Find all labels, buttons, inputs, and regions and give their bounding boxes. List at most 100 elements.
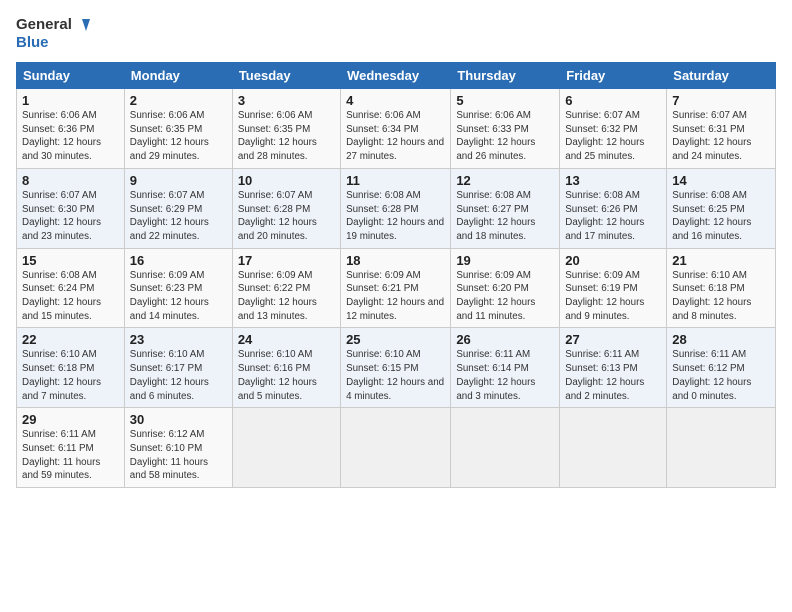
day-info: Sunrise: 6:08 AMSunset: 6:28 PMDaylight:… [346,189,445,244]
calendar-cell: 23Sunrise: 6:10 AMSunset: 6:17 PMDayligh… [124,328,232,408]
calendar-cell: 4Sunrise: 6:06 AMSunset: 6:34 PMDaylight… [341,89,451,169]
calendar-table: SundayMondayTuesdayWednesdayThursdayFrid… [16,62,776,488]
calendar-cell: 24Sunrise: 6:10 AMSunset: 6:16 PMDayligh… [232,328,340,408]
weekday-header-row: SundayMondayTuesdayWednesdayThursdayFrid… [17,63,776,89]
day-number: 29 [22,412,119,427]
day-number: 12 [456,173,554,188]
day-info: Sunrise: 6:10 AMSunset: 6:16 PMDaylight:… [238,348,335,403]
day-number: 3 [238,93,335,108]
calendar-cell: 19Sunrise: 6:09 AMSunset: 6:20 PMDayligh… [451,248,560,328]
calendar-cell: 17Sunrise: 6:09 AMSunset: 6:22 PMDayligh… [232,248,340,328]
day-info: Sunrise: 6:08 AMSunset: 6:26 PMDaylight:… [565,189,661,244]
day-info: Sunrise: 6:09 AMSunset: 6:21 PMDaylight:… [346,269,445,324]
calendar-cell: 11Sunrise: 6:08 AMSunset: 6:28 PMDayligh… [341,168,451,248]
day-info: Sunrise: 6:12 AMSunset: 6:10 PMDaylight:… [130,428,227,483]
calendar-cell: 10Sunrise: 6:07 AMSunset: 6:28 PMDayligh… [232,168,340,248]
header: General Blue [16,16,776,52]
calendar-cell [232,408,340,488]
day-info: Sunrise: 6:09 AMSunset: 6:22 PMDaylight:… [238,269,335,324]
day-info: Sunrise: 6:07 AMSunset: 6:31 PMDaylight:… [672,109,770,164]
day-info: Sunrise: 6:07 AMSunset: 6:28 PMDaylight:… [238,189,335,244]
calendar-cell: 7Sunrise: 6:07 AMSunset: 6:31 PMDaylight… [667,89,776,169]
day-info: Sunrise: 6:07 AMSunset: 6:32 PMDaylight:… [565,109,661,164]
day-number: 23 [130,332,227,347]
day-number: 24 [238,332,335,347]
day-info: Sunrise: 6:11 AMSunset: 6:14 PMDaylight:… [456,348,554,403]
calendar-cell: 26Sunrise: 6:11 AMSunset: 6:14 PMDayligh… [451,328,560,408]
calendar-cell: 28Sunrise: 6:11 AMSunset: 6:12 PMDayligh… [667,328,776,408]
calendar-cell: 1Sunrise: 6:06 AMSunset: 6:36 PMDaylight… [17,89,125,169]
day-number: 20 [565,253,661,268]
day-number: 16 [130,253,227,268]
calendar-week-row: 22Sunrise: 6:10 AMSunset: 6:18 PMDayligh… [17,328,776,408]
calendar-week-row: 29Sunrise: 6:11 AMSunset: 6:11 PMDayligh… [17,408,776,488]
day-info: Sunrise: 6:06 AMSunset: 6:35 PMDaylight:… [238,109,335,164]
weekday-header-sunday: Sunday [17,63,125,89]
calendar-cell: 9Sunrise: 6:07 AMSunset: 6:29 PMDaylight… [124,168,232,248]
day-number: 10 [238,173,335,188]
calendar-cell: 16Sunrise: 6:09 AMSunset: 6:23 PMDayligh… [124,248,232,328]
weekday-header-saturday: Saturday [667,63,776,89]
day-info: Sunrise: 6:06 AMSunset: 6:36 PMDaylight:… [22,109,119,164]
calendar-cell: 22Sunrise: 6:10 AMSunset: 6:18 PMDayligh… [17,328,125,408]
calendar-cell: 13Sunrise: 6:08 AMSunset: 6:26 PMDayligh… [560,168,667,248]
calendar-week-row: 15Sunrise: 6:08 AMSunset: 6:24 PMDayligh… [17,248,776,328]
calendar-cell: 21Sunrise: 6:10 AMSunset: 6:18 PMDayligh… [667,248,776,328]
day-number: 8 [22,173,119,188]
day-number: 27 [565,332,661,347]
day-number: 26 [456,332,554,347]
day-number: 28 [672,332,770,347]
day-number: 4 [346,93,445,108]
calendar-cell: 12Sunrise: 6:08 AMSunset: 6:27 PMDayligh… [451,168,560,248]
calendar-cell: 27Sunrise: 6:11 AMSunset: 6:13 PMDayligh… [560,328,667,408]
logo: General Blue [16,16,90,52]
calendar-week-row: 8Sunrise: 6:07 AMSunset: 6:30 PMDaylight… [17,168,776,248]
day-number: 2 [130,93,227,108]
day-info: Sunrise: 6:11 AMSunset: 6:13 PMDaylight:… [565,348,661,403]
day-info: Sunrise: 6:08 AMSunset: 6:25 PMDaylight:… [672,189,770,244]
calendar-cell: 5Sunrise: 6:06 AMSunset: 6:33 PMDaylight… [451,89,560,169]
calendar-cell: 2Sunrise: 6:06 AMSunset: 6:35 PMDaylight… [124,89,232,169]
day-number: 7 [672,93,770,108]
day-info: Sunrise: 6:11 AMSunset: 6:12 PMDaylight:… [672,348,770,403]
day-info: Sunrise: 6:09 AMSunset: 6:19 PMDaylight:… [565,269,661,324]
calendar-cell [560,408,667,488]
calendar-cell: 6Sunrise: 6:07 AMSunset: 6:32 PMDaylight… [560,89,667,169]
day-info: Sunrise: 6:10 AMSunset: 6:17 PMDaylight:… [130,348,227,403]
day-info: Sunrise: 6:08 AMSunset: 6:24 PMDaylight:… [22,269,119,324]
day-number: 17 [238,253,335,268]
day-info: Sunrise: 6:10 AMSunset: 6:15 PMDaylight:… [346,348,445,403]
logo-text: General Blue [16,16,90,52]
calendar-cell: 29Sunrise: 6:11 AMSunset: 6:11 PMDayligh… [17,408,125,488]
calendar-cell: 18Sunrise: 6:09 AMSunset: 6:21 PMDayligh… [341,248,451,328]
day-number: 6 [565,93,661,108]
calendar-cell: 20Sunrise: 6:09 AMSunset: 6:19 PMDayligh… [560,248,667,328]
day-number: 30 [130,412,227,427]
weekday-header-thursday: Thursday [451,63,560,89]
calendar-cell: 3Sunrise: 6:06 AMSunset: 6:35 PMDaylight… [232,89,340,169]
day-number: 14 [672,173,770,188]
day-number: 1 [22,93,119,108]
calendar-cell [341,408,451,488]
day-number: 11 [346,173,445,188]
day-info: Sunrise: 6:06 AMSunset: 6:33 PMDaylight:… [456,109,554,164]
day-info: Sunrise: 6:09 AMSunset: 6:23 PMDaylight:… [130,269,227,324]
day-number: 22 [22,332,119,347]
day-number: 19 [456,253,554,268]
weekday-header-monday: Monday [124,63,232,89]
calendar-header: SundayMondayTuesdayWednesdayThursdayFrid… [17,63,776,89]
day-info: Sunrise: 6:06 AMSunset: 6:35 PMDaylight:… [130,109,227,164]
calendar-cell: 8Sunrise: 6:07 AMSunset: 6:30 PMDaylight… [17,168,125,248]
calendar-cell: 15Sunrise: 6:08 AMSunset: 6:24 PMDayligh… [17,248,125,328]
calendar-body: 1Sunrise: 6:06 AMSunset: 6:36 PMDaylight… [17,89,776,488]
day-info: Sunrise: 6:10 AMSunset: 6:18 PMDaylight:… [672,269,770,324]
day-info: Sunrise: 6:06 AMSunset: 6:34 PMDaylight:… [346,109,445,164]
calendar-cell: 25Sunrise: 6:10 AMSunset: 6:15 PMDayligh… [341,328,451,408]
calendar-cell [667,408,776,488]
day-info: Sunrise: 6:07 AMSunset: 6:30 PMDaylight:… [22,189,119,244]
day-number: 25 [346,332,445,347]
calendar-cell: 30Sunrise: 6:12 AMSunset: 6:10 PMDayligh… [124,408,232,488]
page-container: General Blue SundayMondayTuesdayWednesda… [0,0,792,496]
day-number: 15 [22,253,119,268]
day-number: 9 [130,173,227,188]
